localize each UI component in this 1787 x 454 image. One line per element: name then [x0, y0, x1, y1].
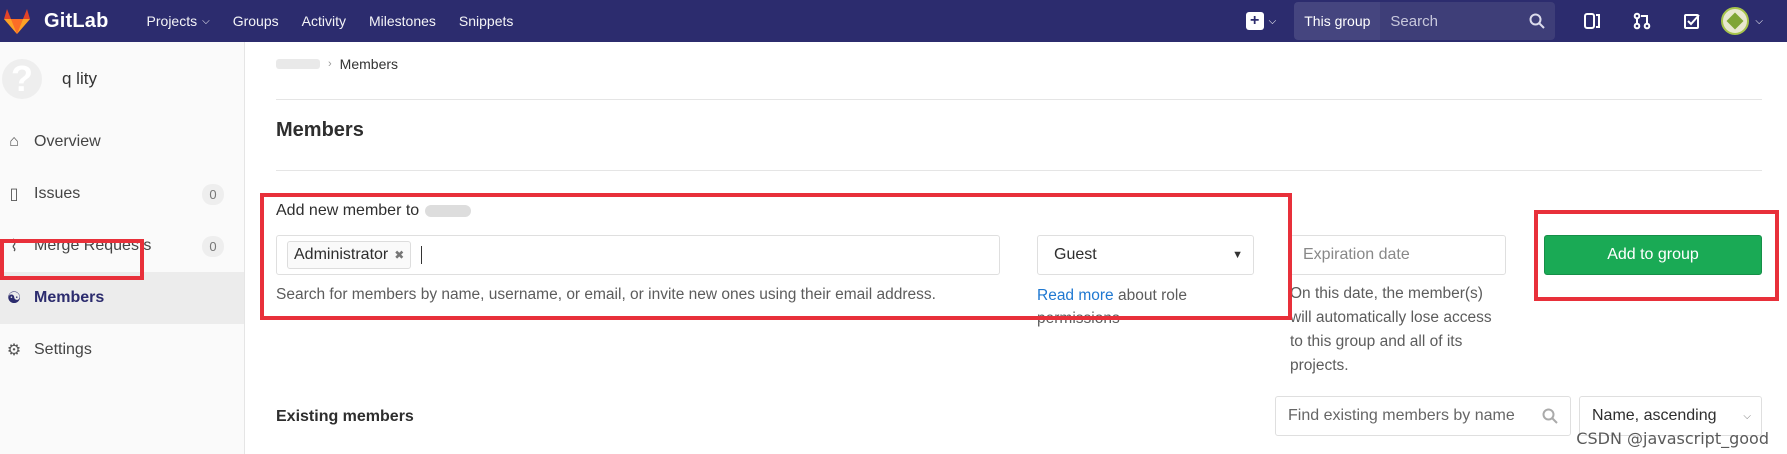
- home-icon: ⌂: [9, 133, 19, 150]
- todos-shortcut-icon[interactable]: [1667, 0, 1717, 42]
- search-input[interactable]: Search: [1380, 2, 1556, 40]
- user-avatar: [1721, 7, 1750, 35]
- sidebar-item-label: Issues: [34, 185, 81, 202]
- nav-milestones[interactable]: Milestones: [369, 13, 436, 29]
- find-members-placeholder: Find existing members by name: [1288, 407, 1515, 424]
- sidebar-item-settings[interactable]: ⚙ Settings: [0, 324, 244, 376]
- members-icon: ☯: [6, 290, 22, 307]
- plus-icon: +: [1245, 12, 1264, 30]
- breadcrumb: › Members: [276, 56, 398, 72]
- chevron-down-icon: ⌵: [1755, 15, 1763, 27]
- sort-value: Name, ascending: [1592, 407, 1717, 424]
- group-avatar: ?: [2, 59, 42, 99]
- chevron-down-icon: ⌵: [202, 15, 210, 27]
- breadcrumb-current: Members: [339, 56, 399, 72]
- annotation-box-add-member-form: [260, 193, 1292, 320]
- nav-snippets[interactable]: Snippets: [459, 13, 513, 29]
- group-header[interactable]: ? q lity: [0, 42, 244, 116]
- main-nav: Projects ⌵ Groups Activity Milestones Sni…: [147, 0, 537, 42]
- nav-activity[interactable]: Activity: [302, 13, 346, 29]
- search-icon: [1529, 13, 1546, 29]
- gitlab-logo-icon: [4, 9, 30, 34]
- gear-icon: ⚙: [6, 342, 22, 359]
- watermark: CSDN @javascript_good: [1576, 429, 1769, 448]
- divider: [276, 170, 1762, 171]
- divider: [276, 99, 1762, 100]
- sidebar-item-label: Members: [34, 289, 105, 306]
- right-nav: + ⌵ This group Search ⌵: [1245, 0, 1787, 42]
- issues-icon: [1584, 13, 1601, 29]
- sidebar-item-label: Overview: [34, 133, 101, 150]
- annotation-box-add-button: [1534, 210, 1779, 301]
- existing-members-heading: Existing members: [276, 408, 414, 425]
- breadcrumb-group-link[interactable]: [276, 59, 320, 69]
- todo-check-icon: [1684, 14, 1701, 29]
- merge-requests-count-badge: 0: [202, 236, 224, 257]
- top-navbar: GitLab Projects ⌵ Groups Activity Milesto…: [0, 0, 1787, 42]
- expiration-date-input[interactable]: Expiration date: [1290, 235, 1506, 275]
- sidebar-item-overview[interactable]: ⌂ Overview: [0, 116, 244, 168]
- new-dropdown-button[interactable]: + ⌵: [1245, 12, 1277, 30]
- user-menu[interactable]: ⌵: [1721, 7, 1763, 35]
- merge-request-icon: [1634, 12, 1651, 30]
- group-name: q lity: [62, 69, 97, 88]
- chevron-down-icon: ⌵: [1268, 15, 1277, 27]
- search-scope-badge[interactable]: This group: [1294, 2, 1381, 40]
- issues-count-badge: 0: [202, 184, 224, 205]
- annotation-box-members: [0, 239, 144, 280]
- issues-shortcut-icon[interactable]: [1567, 0, 1617, 42]
- page-title: Members: [276, 119, 364, 141]
- nav-projects[interactable]: Projects ⌵: [147, 13, 210, 29]
- expiration-help: On this date, the member(s) will automat…: [1290, 285, 1492, 374]
- brand-name: GitLab: [44, 9, 109, 32]
- chevron-right-icon: ›: [328, 58, 332, 70]
- chevron-down-icon: ⌵: [1743, 410, 1751, 422]
- merge-requests-shortcut-icon[interactable]: [1617, 0, 1667, 42]
- nav-projects-label: Projects: [146, 13, 198, 29]
- search-icon: [1542, 408, 1558, 424]
- sidebar-item-label: Settings: [34, 341, 92, 358]
- find-members-input[interactable]: Find existing members by name: [1275, 396, 1571, 436]
- nav-groups[interactable]: Groups: [233, 13, 279, 29]
- search-placeholder: Search: [1390, 12, 1438, 30]
- gitlab-brand[interactable]: GitLab: [0, 0, 109, 42]
- sidebar-item-issues[interactable]: ▯ Issues 0: [0, 168, 244, 220]
- issues-icon: ▯: [9, 186, 19, 203]
